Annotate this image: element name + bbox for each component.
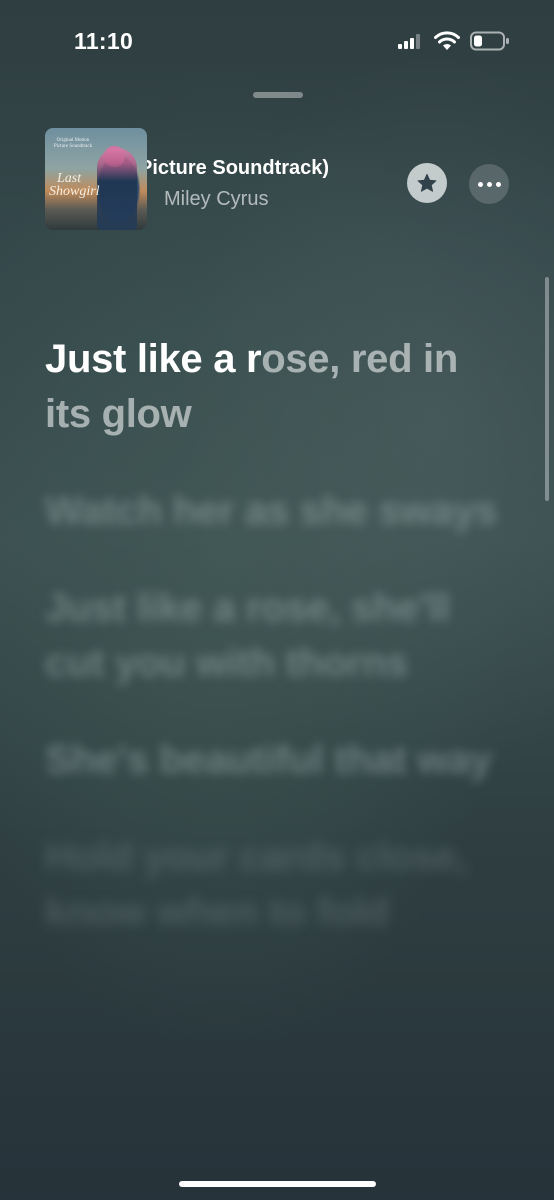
battery-low-icon bbox=[470, 31, 509, 51]
lyric-line[interactable]: Watch her as she sways bbox=[45, 484, 505, 539]
lyric-line[interactable]: She's beautiful that way bbox=[45, 733, 505, 788]
track-title[interactable]: Picture Soundtrack) bbox=[147, 157, 397, 180]
track-title-text: Picture Soundtrack) bbox=[147, 157, 330, 179]
lyrics-view[interactable]: Just like a rose, red in its glow Watch … bbox=[45, 332, 505, 982]
ellipsis-icon bbox=[477, 181, 501, 187]
album-art[interactable]: Original Motion Picture Soundtrack Last … bbox=[45, 128, 147, 230]
wifi-icon bbox=[434, 31, 460, 50]
cellular-signal-icon bbox=[398, 33, 424, 49]
star-icon bbox=[417, 173, 437, 192]
status-bar: 11:10 bbox=[0, 0, 554, 84]
lyric-line-active[interactable]: Just like a rose, red in its glow bbox=[45, 332, 505, 442]
lyric-line[interactable]: Hold your cards close, know when to fold bbox=[45, 830, 505, 940]
status-time: 11:10 bbox=[74, 28, 134, 54]
home-indicator[interactable] bbox=[179, 1181, 376, 1187]
lyric-line[interactable]: Just like a rose, she'll cut you with th… bbox=[45, 581, 505, 691]
lyric-sung-portion: Just like a r bbox=[45, 337, 262, 381]
track-artist[interactable]: Miley Cyrus bbox=[164, 188, 268, 211]
sheet-grabber-handle[interactable] bbox=[253, 92, 303, 98]
scroll-indicator[interactable] bbox=[545, 277, 549, 501]
album-art-title-line2: Showgirl bbox=[49, 184, 100, 199]
album-art-figure bbox=[97, 148, 137, 230]
album-art-title: Last Showgirl bbox=[49, 172, 100, 199]
favorite-button[interactable] bbox=[407, 163, 447, 203]
more-options-button[interactable] bbox=[469, 164, 509, 204]
album-art-caption: Original Motion Picture Soundtrack bbox=[53, 138, 93, 149]
